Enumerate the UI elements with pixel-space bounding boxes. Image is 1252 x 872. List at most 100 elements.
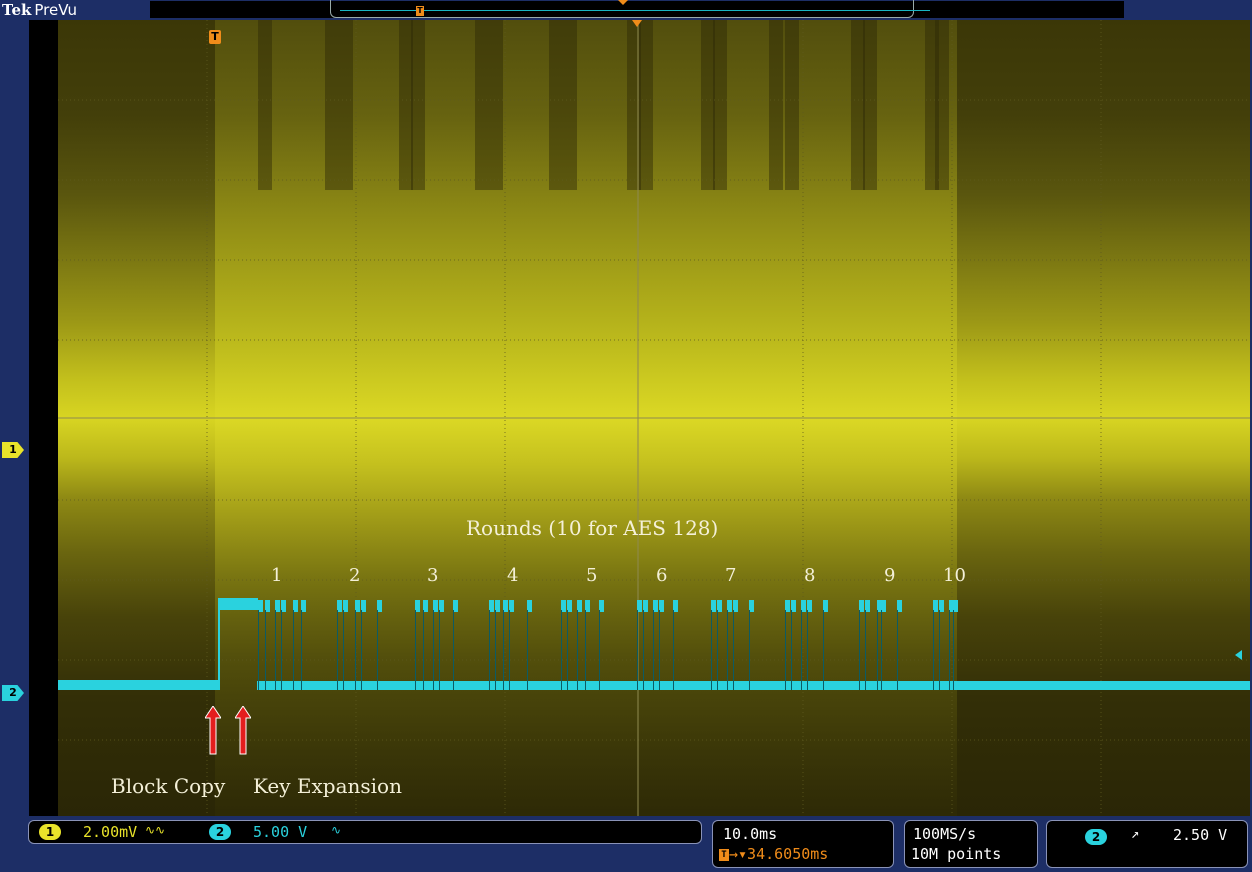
ch2-pulse-edge [281,610,282,690]
ch1-scale: 2.00mV [83,823,138,841]
ch1-burst-column [639,20,653,190]
ch2-pulse-edge [377,610,378,690]
ch1-burst-column [627,20,641,190]
mode-label: PreVu [34,1,77,19]
ch2-pulse-edge [807,610,808,690]
ch1-badge[interactable]: 1 [39,824,61,840]
ch2-pulse-edge [527,610,528,690]
ch1-burst-column [713,20,727,190]
round-label-6: 6 [656,565,668,586]
ch2-pulse-edge [791,610,792,690]
ch2-pulse-edge [293,610,294,690]
block-copy-label: Block Copy [111,774,226,798]
grid-center-axes [58,20,1250,816]
ch2-edge [218,598,220,690]
top-bar: Tek PreVu T [0,0,1252,20]
ch2-pulse-edge [301,610,302,690]
ch2-pulse-edge [337,610,338,690]
brand-label: Tek PreVu [2,0,77,20]
ch2-badge[interactable]: 2 [209,824,231,840]
ch1-ground-marker[interactable]: 1 [2,442,24,458]
ch1-burst-column [339,20,353,190]
trigger-delay-readout: T →▾34.6050ms [719,845,828,863]
ch1-burst-column [769,20,783,190]
ch2-pulse-edge [433,610,434,690]
rounds-title: Rounds (10 for AES 128) [466,516,719,540]
ch2-low-level [58,680,220,690]
ch2-pulse-edge [877,610,878,690]
tek-logo: Tek [2,1,32,19]
horizontal-readout-panel[interactable]: 10.0ms T →▾34.6050ms [712,820,894,868]
ch2-ground-marker[interactable]: 2 [2,685,24,701]
trigger-time-marker[interactable]: T [209,30,221,44]
ch2-pulse-edge [659,610,660,690]
graticule [58,20,1250,816]
ch2-pulse-edge [495,610,496,690]
ch2-pulse-edge [361,610,362,690]
ch2-pulse-edge [355,610,356,690]
ch2-pulse-edge [577,610,578,690]
record-length: 10M points [911,845,1002,863]
trigger-tag-icon: T [719,848,729,861]
ch2-scale: 5.00 V [253,823,308,841]
ch2-pulse-edge [881,610,882,690]
ch2-pulse-edge [643,610,644,690]
record-view-line [340,10,930,11]
ch2-offscreen-indicator-icon [1235,650,1242,660]
ch2-pulse-edge [343,610,344,690]
ch1-coupling-icon: ∿∿ [145,823,166,837]
ch2-pulse-edge [509,610,510,690]
ch1-burst-column [701,20,715,190]
round-label-2: 2 [349,565,361,586]
ch2-pulse-edge [275,610,276,690]
ch2-pulse-edge [653,610,654,690]
ch2-low-level [257,681,1250,690]
ch2-pulse-edge [258,610,259,690]
round-label-9: 9 [884,565,896,586]
ch2-high-pulse [218,598,258,610]
ch2-pulse-edge [785,610,786,690]
round-label-8: 8 [804,565,816,586]
ch1-activity-bands [258,20,949,190]
trigger-readout-panel[interactable]: 2 ↗ 2.50 V [1046,820,1248,868]
key-expansion-arrow-icon [235,706,251,755]
ch1-burst-column [475,20,489,190]
ch2-pulse-edge [453,610,454,690]
ch1-burst-column [489,20,503,190]
ch1-burst-column [863,20,877,190]
ch2-pulse-edge [503,610,504,690]
ch2-pulse-edge [859,610,860,690]
acquisition-readout-panel[interactable]: 100MS/s 10M points [904,820,1038,868]
ch2-pulse-edge [953,610,954,690]
ch2-pulse-edge [865,610,866,690]
ch1-burst-column [399,20,413,190]
record-trigger-position-icon [618,0,628,5]
waveform-display[interactable]: T Rounds (10 for AES 128) 1 2 3 4 5 6 7 … [29,20,1250,816]
sample-rate: 100MS/s [913,825,977,843]
ch2-pulse-edge [711,610,712,690]
ch2-pulse-edge [561,610,562,690]
round-label-1: 1 [271,565,283,586]
ch2-pulse-edge [823,610,824,690]
trigger-delay-value: →▾34.6050ms [729,845,829,863]
key-expansion-label: Key Expansion [253,774,402,798]
round-label-4: 4 [507,565,519,586]
ch2-pulse-edge [733,610,734,690]
ch2-waveform [58,598,1250,690]
block-copy-arrow-icon [205,706,221,755]
ch2-coupling-icon: ∿ [331,823,342,837]
ch2-pulse-edge [897,610,898,690]
round-label-7: 7 [725,565,737,586]
trigger-level: 2.50 V [1173,826,1228,844]
ch2-pulse-edge [599,610,600,690]
ch2-pulse-edge [439,610,440,690]
trigger-slope-icon: ↗ [1131,826,1140,842]
ch2-pulse-edge [933,610,934,690]
round-label-5: 5 [586,565,598,586]
ch2-pulse-edge [415,610,416,690]
round-label-10: 10 [943,565,966,586]
status-bar: 1 2.00mV ∿∿ 2 5.00 V ∿ 10.0ms T →▾34.6050… [0,816,1252,872]
ch1-burst-column [563,20,577,190]
ch2-pulse-edge [489,610,490,690]
channel-readout-panel[interactable]: 1 2.00mV ∿∿ 2 5.00 V ∿ [28,820,702,844]
